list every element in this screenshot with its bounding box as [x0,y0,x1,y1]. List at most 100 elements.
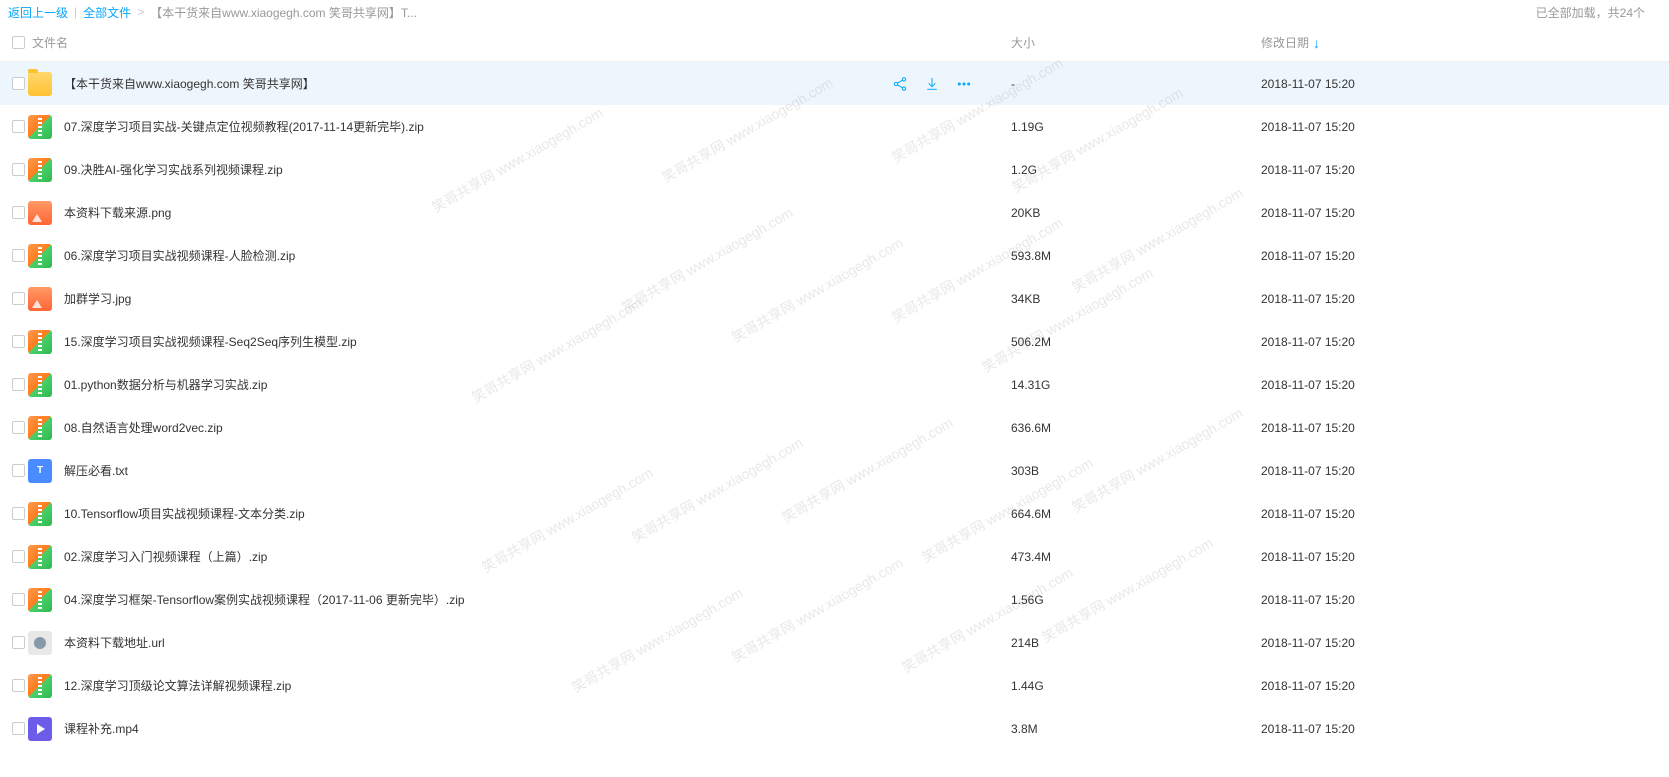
img-icon [28,201,52,225]
table-row[interactable]: 10.Tensorflow项目实战视频课程-文本分类.zip 664.6M 20… [0,492,1669,535]
table-row[interactable]: 课程补充.mp4 3.8M 2018-11-07 15:20 [0,707,1669,750]
file-name[interactable]: 12.深度学习顶级论文算法详解视频课程.zip [64,677,891,694]
table-row[interactable]: 本资料下载地址.url 214B 2018-11-07 15:20 [0,621,1669,664]
row-checkbox[interactable] [12,120,25,133]
file-size: 1.2G [1011,163,1261,177]
file-size: 593.8M [1011,249,1261,263]
file-size: 214B [1011,636,1261,650]
breadcrumb-sep: | [74,5,77,19]
file-size: 34KB [1011,292,1261,306]
txt-icon: T [28,459,52,483]
table-row[interactable]: 04.深度学习框架-Tensorflow案例实战视频课程（2017-11-06 … [0,578,1669,621]
file-name[interactable]: 加群学习.jpg [64,290,891,307]
row-checkbox[interactable] [12,378,25,391]
img-icon [28,287,52,311]
row-checkbox[interactable] [12,550,25,563]
file-date: 2018-11-07 15:20 [1261,636,1661,650]
row-checkbox[interactable] [12,464,25,477]
file-name[interactable]: 08.自然语言处理word2vec.zip [64,419,891,436]
row-checkbox[interactable] [12,206,25,219]
file-size: 3.8M [1011,722,1261,736]
breadcrumb-all-files[interactable]: 全部文件 [83,4,131,21]
row-checkbox[interactable] [12,636,25,649]
file-name[interactable]: 01.python数据分析与机器学习实战.zip [64,376,891,393]
file-date: 2018-11-07 15:20 [1261,722,1661,736]
file-name[interactable]: 解压必看.txt [64,462,891,479]
row-checkbox[interactable] [12,292,25,305]
column-size[interactable]: 大小 [1011,34,1261,51]
mp4-icon [28,717,52,741]
file-date: 2018-11-07 15:20 [1261,378,1661,392]
row-checkbox[interactable] [12,249,25,262]
column-name[interactable]: 文件名 [28,34,891,51]
file-date: 2018-11-07 15:20 [1261,464,1661,478]
breadcrumb-current: 【本干货来自www.xiaogegh.com 笑哥共享网】T... [150,4,417,21]
zip-icon [28,115,52,139]
file-date: 2018-11-07 15:20 [1261,77,1661,91]
file-name[interactable]: 10.Tensorflow项目实战视频课程-文本分类.zip [64,505,891,522]
file-date: 2018-11-07 15:20 [1261,679,1661,693]
table-row[interactable]: 12.深度学习顶级论文算法详解视频课程.zip 1.44G 2018-11-07… [0,664,1669,707]
zip-icon [28,674,52,698]
load-status: 已全部加载，共24个 [1536,4,1661,21]
zip-icon [28,416,52,440]
file-date: 2018-11-07 15:20 [1261,292,1661,306]
zip-icon [28,244,52,268]
row-checkbox[interactable] [12,163,25,176]
table-row[interactable]: 【本干货来自www.xiaogegh.com 笑哥共享网】 - 2018-11-… [0,62,1669,105]
file-size: - [1011,77,1261,91]
table-row[interactable]: T 解压必看.txt 303B 2018-11-07 15:20 [0,449,1669,492]
table-row[interactable]: 本资料下载来源.png 20KB 2018-11-07 15:20 [0,191,1669,234]
row-checkbox[interactable] [12,77,25,90]
share-icon[interactable] [891,75,909,93]
zip-icon [28,588,52,612]
file-list: 【本干货来自www.xiaogegh.com 笑哥共享网】 - 2018-11-… [0,62,1669,750]
file-size: 636.6M [1011,421,1261,435]
row-checkbox[interactable] [12,507,25,520]
file-date: 2018-11-07 15:20 [1261,206,1661,220]
row-checkbox[interactable] [12,335,25,348]
file-size: 20KB [1011,206,1261,220]
file-name[interactable]: 本资料下载来源.png [64,204,891,221]
zip-icon [28,373,52,397]
url-icon [28,631,52,655]
file-date: 2018-11-07 15:20 [1261,593,1661,607]
file-name[interactable]: 07.深度学习项目实战-关键点定位视频教程(2017-11-14更新完毕).zi… [64,118,891,135]
table-row[interactable]: 06.深度学习项目实战视频课程-人脸检测.zip 593.8M 2018-11-… [0,234,1669,277]
file-name[interactable]: 15.深度学习项目实战视频课程-Seq2Seq序列生模型.zip [64,333,891,350]
file-date: 2018-11-07 15:20 [1261,249,1661,263]
folder-icon [28,72,52,96]
file-name[interactable]: 本资料下载地址.url [64,634,891,651]
file-name[interactable]: 【本干货来自www.xiaogegh.com 笑哥共享网】 [64,75,891,92]
file-date: 2018-11-07 15:20 [1261,550,1661,564]
file-date: 2018-11-07 15:20 [1261,335,1661,349]
breadcrumb-chevron: > [137,5,144,19]
more-icon[interactable] [955,75,973,93]
file-size: 1.19G [1011,120,1261,134]
column-date-label: 修改日期 [1261,34,1309,51]
table-row[interactable]: 09.决胜AI-强化学习实战系列视频课程.zip 1.2G 2018-11-07… [0,148,1669,191]
file-name[interactable]: 04.深度学习框架-Tensorflow案例实战视频课程（2017-11-06 … [64,591,891,608]
file-name[interactable]: 课程补充.mp4 [64,720,891,737]
download-icon[interactable] [923,75,941,93]
table-row[interactable]: 01.python数据分析与机器学习实战.zip 14.31G 2018-11-… [0,363,1669,406]
table-header: 文件名 大小 修改日期 ↓ [0,24,1669,62]
table-row[interactable]: 15.深度学习项目实战视频课程-Seq2Seq序列生模型.zip 506.2M … [0,320,1669,363]
table-row[interactable]: 08.自然语言处理word2vec.zip 636.6M 2018-11-07 … [0,406,1669,449]
row-checkbox[interactable] [12,421,25,434]
row-checkbox[interactable] [12,722,25,735]
table-row[interactable]: 02.深度学习入门视频课程（上篇）.zip 473.4M 2018-11-07 … [0,535,1669,578]
breadcrumb-back[interactable]: 返回上一级 [8,4,68,21]
file-size: 14.31G [1011,378,1261,392]
row-checkbox[interactable] [12,593,25,606]
zip-icon [28,545,52,569]
table-row[interactable]: 加群学习.jpg 34KB 2018-11-07 15:20 [0,277,1669,320]
file-name[interactable]: 09.决胜AI-强化学习实战系列视频课程.zip [64,161,891,178]
select-all-checkbox[interactable] [12,36,25,49]
file-size: 1.56G [1011,593,1261,607]
file-name[interactable]: 06.深度学习项目实战视频课程-人脸检测.zip [64,247,891,264]
row-checkbox[interactable] [12,679,25,692]
file-name[interactable]: 02.深度学习入门视频课程（上篇）.zip [64,548,891,565]
column-date[interactable]: 修改日期 ↓ [1261,34,1661,51]
table-row[interactable]: 07.深度学习项目实战-关键点定位视频教程(2017-11-14更新完毕).zi… [0,105,1669,148]
